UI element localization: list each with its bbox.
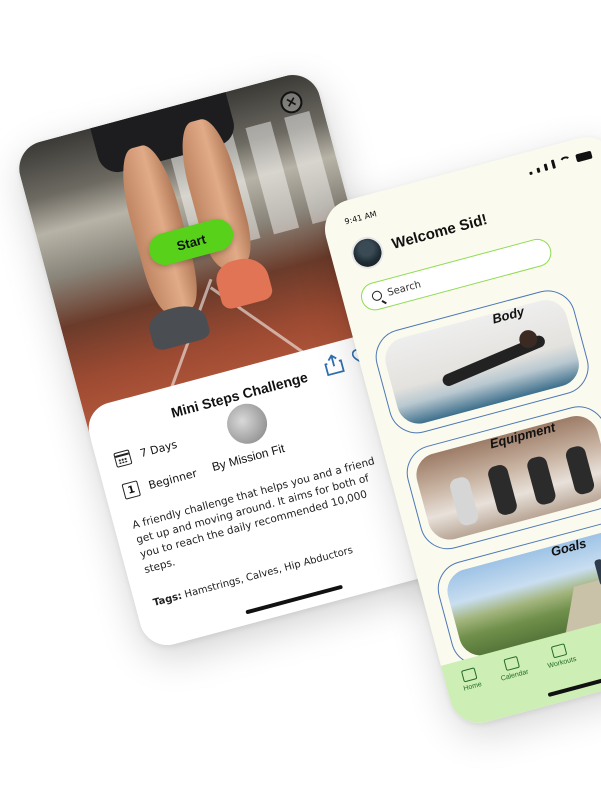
dumbbell-icon <box>550 643 568 659</box>
tab-calendar[interactable]: Calendar <box>496 654 535 706</box>
search-placeholder: Search <box>386 278 423 299</box>
tab-label: Home <box>462 681 483 693</box>
category-image-body <box>380 295 584 429</box>
person-squat <box>525 454 558 507</box>
status-time: 9:41 AM <box>343 209 378 227</box>
level-number-icon: 1 <box>121 480 142 500</box>
person-squat <box>564 444 596 496</box>
calendar-icon <box>113 449 133 468</box>
signal-icon <box>536 167 541 174</box>
avatar[interactable] <box>347 233 388 273</box>
level-row: 1 Beginner <box>121 465 198 500</box>
tab-label: Calendar <box>500 668 530 683</box>
signal-icon <box>543 163 549 171</box>
close-icon: × <box>283 93 300 112</box>
person-squat <box>448 475 480 528</box>
home-icon <box>461 667 478 683</box>
person-squat <box>486 463 519 517</box>
welcome-title: Welcome Sid! <box>390 211 490 253</box>
tab-label: Workouts <box>546 655 578 671</box>
signal-icon <box>529 171 533 176</box>
calendar-icon <box>503 655 520 672</box>
wifi-icon <box>558 155 573 167</box>
search-icon <box>370 289 384 302</box>
home-indicator[interactable] <box>245 584 344 615</box>
level-text: Beginner <box>146 466 199 492</box>
author-avatar[interactable] <box>222 399 272 449</box>
duration-text: 7 Days <box>138 437 179 461</box>
tab-home[interactable]: Home <box>459 667 489 716</box>
status-icons <box>528 150 593 176</box>
author-name[interactable]: By Mission Fit <box>210 441 286 474</box>
signal-icon <box>550 159 557 169</box>
tags-label: Tags: <box>152 590 184 609</box>
battery-icon <box>575 150 593 163</box>
duration-row: 7 Days <box>113 437 179 468</box>
